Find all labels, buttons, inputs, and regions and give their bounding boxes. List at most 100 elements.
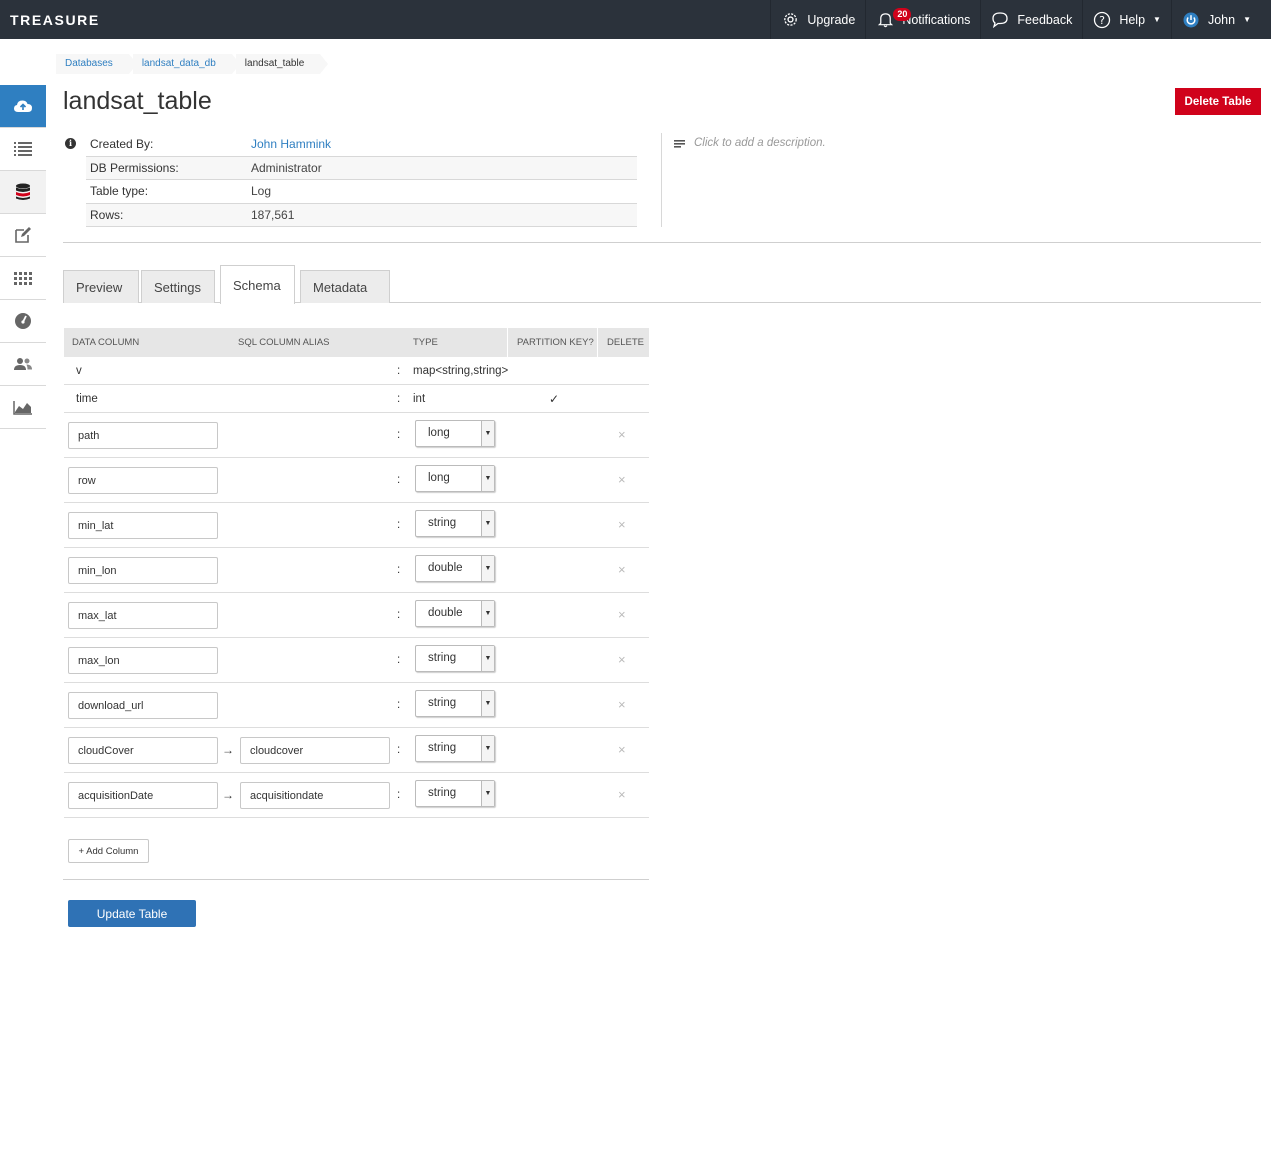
column-name-input[interactable] (68, 467, 218, 494)
info-value: Log (251, 184, 272, 199)
schema-table: DATA COLUMN SQL COLUMN ALIAS TYPE PARTIT… (64, 328, 649, 818)
power-icon (1182, 11, 1200, 29)
breadcrumb: Databases landsat_data_db landsat_table (56, 54, 328, 74)
breadcrumb-databases[interactable]: Databases (56, 54, 137, 74)
info-row-created-by: Created By: John Hammink (86, 133, 637, 157)
type-value: double (428, 562, 463, 574)
created-by-link[interactable]: John Hammink (251, 137, 331, 151)
select-arrow-icon: ▼ (481, 466, 494, 491)
column-name-input[interactable] (68, 737, 218, 764)
select-arrow-icon: ▼ (481, 781, 494, 806)
table-row: time : int ✓ (64, 385, 649, 413)
table-row: → : string ▼ × (64, 773, 649, 818)
breadcrumb-database[interactable]: landsat_data_db (132, 54, 240, 74)
sql-alias-input[interactable] (240, 782, 390, 809)
column-type: int (413, 393, 426, 405)
list-icon (14, 142, 32, 156)
type-value: string (428, 517, 457, 529)
text-lines-icon (674, 140, 685, 148)
type-select[interactable]: double ▼ (415, 600, 495, 627)
top-nav: Upgrade 20 Notifications Feedback ? Help… (770, 0, 1271, 39)
gauge-icon (15, 313, 31, 329)
speech-bubble-icon (991, 11, 1009, 29)
column-name-input[interactable] (68, 557, 218, 584)
type-select[interactable]: double ▼ (415, 555, 495, 582)
separator: : (397, 744, 401, 756)
info-row-table-type: Table type: Log (86, 180, 637, 204)
notifications-link[interactable]: 20 Notifications (865, 0, 980, 39)
type-select[interactable]: long ▼ (415, 465, 495, 492)
select-arrow-icon: ▼ (481, 601, 494, 626)
delete-column-icon[interactable]: × (618, 742, 626, 757)
notifications-label: Notifications (902, 12, 971, 27)
type-select[interactable]: long ▼ (415, 420, 495, 447)
info-row-permissions: DB Permissions: Administrator (86, 156, 637, 180)
sidebar-item-jobs[interactable] (0, 128, 46, 171)
cloud-upload-icon (14, 100, 32, 112)
tab-settings[interactable]: Settings (141, 270, 215, 303)
delete-column-icon[interactable]: × (618, 697, 626, 712)
delete-column-icon[interactable]: × (618, 787, 626, 802)
feedback-link[interactable]: Feedback (980, 0, 1082, 39)
schema-header: DATA COLUMN SQL COLUMN ALIAS TYPE PARTIT… (64, 328, 649, 357)
type-value: string (428, 697, 457, 709)
user-menu[interactable]: John ▼ (1170, 0, 1271, 39)
sidebar-item-upload[interactable] (0, 85, 46, 128)
delete-column-icon[interactable]: × (618, 562, 626, 577)
select-arrow-icon: ▼ (481, 511, 494, 536)
sidebar-item-utilization[interactable] (0, 300, 46, 343)
type-select[interactable]: string ▼ (415, 510, 495, 537)
sidebar-item-insights[interactable] (0, 386, 46, 429)
user-name: John (1207, 12, 1236, 27)
select-arrow-icon: ▼ (481, 691, 494, 716)
sidebar-item-workflows[interactable] (0, 257, 46, 300)
info-icon: i (65, 138, 76, 149)
breadcrumb-table: landsat_table (235, 54, 328, 74)
type-select[interactable]: string ▼ (415, 735, 495, 762)
type-select[interactable]: string ▼ (415, 645, 495, 672)
type-value: string (428, 787, 457, 799)
sidebar-item-users[interactable] (0, 343, 46, 386)
bell-icon (876, 11, 894, 29)
type-value: long (428, 427, 450, 439)
column-name-input[interactable] (68, 422, 218, 449)
delete-column-icon[interactable]: × (618, 427, 626, 442)
separator: : (397, 654, 401, 666)
help-menu[interactable]: ? Help ▼ (1082, 0, 1171, 39)
column-name-input[interactable] (68, 782, 218, 809)
table-row: : double ▼ × (64, 548, 649, 593)
tab-bar: Preview Settings Schema Metadata (63, 265, 1261, 304)
tab-metadata[interactable]: Metadata (300, 270, 390, 303)
info-key: DB Permissions: (90, 160, 179, 175)
delete-column-icon[interactable]: × (618, 652, 626, 667)
table-row: : long ▼ × (64, 413, 649, 458)
column-name-input[interactable] (68, 602, 218, 629)
description-field[interactable]: Click to add a description. (694, 137, 826, 149)
type-select[interactable]: string ▼ (415, 780, 495, 807)
select-arrow-icon: ▼ (481, 646, 494, 671)
upgrade-link[interactable]: Upgrade (770, 0, 865, 39)
type-select[interactable]: string ▼ (415, 690, 495, 717)
left-sidebar (0, 85, 46, 429)
column-name: time (76, 393, 98, 405)
sql-alias-input[interactable] (240, 737, 390, 764)
tab-preview[interactable]: Preview (63, 270, 139, 303)
divider (661, 133, 662, 227)
add-column-button[interactable]: + Add Column (68, 839, 149, 863)
separator: : (397, 429, 401, 441)
delete-table-button[interactable]: Delete Table (1175, 88, 1261, 115)
update-table-button[interactable]: Update Table (68, 900, 196, 927)
chevron-down-icon: ▼ (1153, 15, 1161, 24)
sidebar-item-query-editor[interactable] (0, 214, 46, 257)
column-name-input[interactable] (68, 512, 218, 539)
sidebar-item-databases[interactable] (0, 171, 46, 214)
column-name-input[interactable] (68, 692, 218, 719)
delete-column-icon[interactable]: × (618, 472, 626, 487)
column-name-input[interactable] (68, 647, 218, 674)
separator: : (397, 564, 401, 576)
tab-schema[interactable]: Schema (220, 265, 295, 304)
logo[interactable]: TREASURE (10, 12, 100, 28)
delete-column-icon[interactable]: × (618, 517, 626, 532)
delete-column-icon[interactable]: × (618, 607, 626, 622)
table-row: : double ▼ × (64, 593, 649, 638)
